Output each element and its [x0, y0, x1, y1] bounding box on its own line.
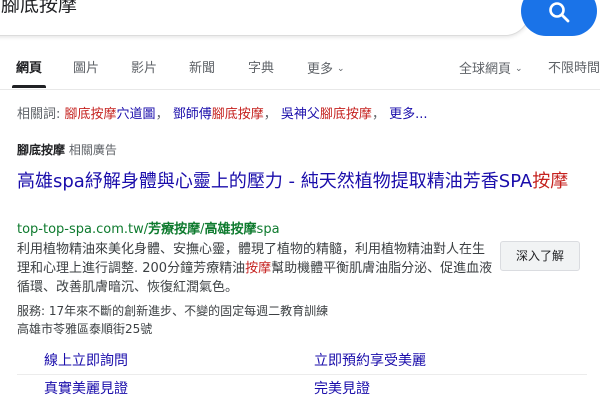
region-filter-label: 全球網頁: [459, 62, 512, 77]
related-link-3[interactable]: 吳神父腳底按摩: [281, 107, 372, 122]
ad-header-label: 相關廣告: [68, 143, 117, 157]
search-icon: [549, 2, 570, 23]
related-searches: 相關詞: 腳底按摩穴道圖， 鄧師傅腳底按摩， 吳神父腳底按摩， 更多...: [17, 107, 428, 122]
ad-display-url[interactable]: top-top-spa.com.tw/芳療按摩/高雄按摩spa: [17, 221, 280, 239]
tab-dictionary[interactable]: 字典: [248, 60, 274, 78]
sitelink-online-inquiry[interactable]: 線上立即詢問: [44, 351, 128, 371]
ad-header-query: 腳底按摩: [17, 143, 66, 157]
sitelink-book-now[interactable]: 立即預約享受美麗: [314, 351, 426, 371]
tab-more[interactable]: 更多 ⌄: [307, 60, 345, 79]
tab-web[interactable]: 網頁: [16, 60, 42, 78]
tab-more-label: 更多: [307, 62, 334, 77]
sitelink-testimonials[interactable]: 真實美麗見證: [44, 379, 128, 399]
ad-address: 高雄市苓雅區泰順街25號: [17, 322, 153, 336]
learn-more-button[interactable]: 深入了解: [500, 241, 580, 271]
ad-title-link[interactable]: 高雄spa紓解身體與心靈上的壓力 - 純天然植物提取精油芳香SPA按摩: [17, 170, 587, 194]
search-query-text[interactable]: 腳底按摩: [1, 0, 77, 17]
related-link-1[interactable]: 腳底按摩穴道圖: [65, 107, 156, 122]
chevron-down-icon: ⌄: [337, 64, 345, 74]
sitelink-divider: [17, 374, 587, 375]
chevron-down-icon: ⌄: [515, 64, 523, 74]
region-filter[interactable]: 全球網頁 ⌄: [459, 60, 523, 79]
ad-service-line: 服務: 17年來不斷的創新進步、不變的固定每週二教育訓練: [17, 304, 329, 318]
related-label: 相關詞:: [17, 107, 61, 122]
search-bar: 腳底按摩: [0, 0, 600, 40]
tab-news[interactable]: 新聞: [189, 60, 215, 78]
tab-videos[interactable]: 影片: [131, 60, 157, 78]
search-button[interactable]: [521, 0, 597, 36]
active-tab-indicator: [12, 85, 46, 88]
time-filter-label: 不限時間: [548, 61, 600, 76]
time-filter[interactable]: 不限時間: [548, 60, 600, 78]
related-more-link[interactable]: 更多...: [389, 107, 427, 122]
tab-images[interactable]: 圖片: [73, 60, 99, 78]
ad-header: 腳底按摩 相關廣告: [17, 142, 117, 158]
ad-description: 利用植物精油來美化身體、安撫心靈，體現了植物的精髓，利用植物精油對人在生理和心理…: [17, 242, 493, 295]
related-link-2[interactable]: 鄧師傅腳底按摩: [173, 107, 264, 122]
search-tabs: 網頁 圖片 影片 新聞 字典 更多 ⌄ 全球網頁 ⌄ 不限時間: [0, 50, 600, 90]
search-input[interactable]: 腳底按摩: [0, 0, 530, 36]
sitelink-perfect-testimonials[interactable]: 完美見證: [314, 379, 370, 399]
